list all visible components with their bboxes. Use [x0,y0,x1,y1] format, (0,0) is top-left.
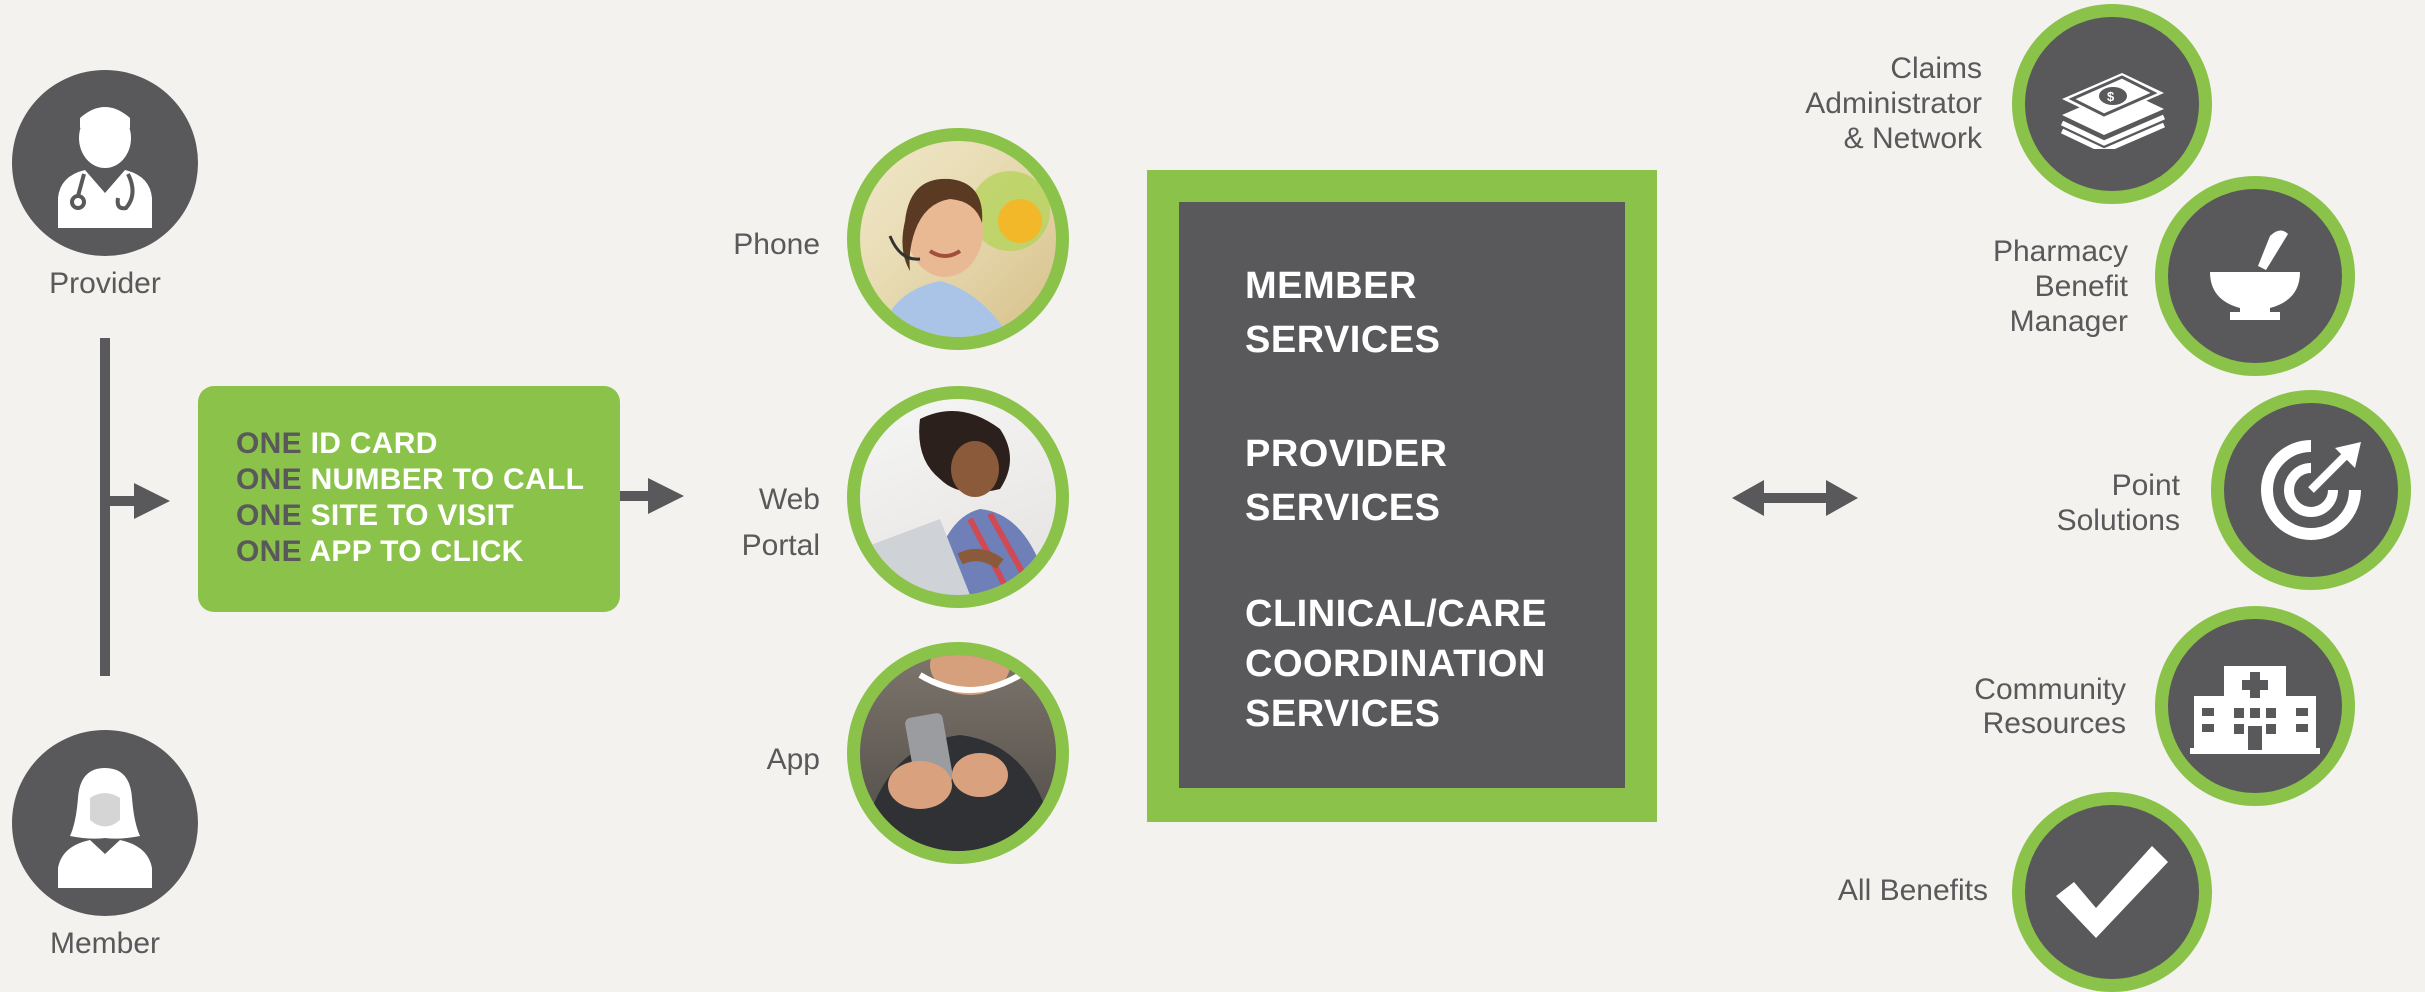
point-solutions-label-line1: Point [2111,469,2180,502]
card-line-text: SITE TO VISIT [310,499,514,532]
connector-vertical-line [100,338,110,676]
community-label-line1: Community [1974,673,2126,706]
community-icon-badge [2155,606,2355,806]
card-line-text: ID CARD [310,427,438,460]
card-line-prefix: ONE [236,499,302,532]
member-avatar [12,730,198,916]
svg-text:$: $ [2107,89,2115,104]
web-user-illustration [860,411,1050,595]
web-portal-label-line2: Portal [741,529,820,562]
clinical-services-line2: COORDINATION [1245,643,1546,685]
member-services-line2: SERVICES [1245,319,1441,361]
phone-agent-illustration [880,171,1050,337]
claims-label-line2: Administrator [1805,87,1982,120]
phone-agent-image [860,141,1056,337]
target-arrow-icon [2261,440,2361,540]
mortar-pestle-icon [2210,230,2300,320]
services-box: MEMBER SERVICES PROVIDER SERVICES CLINIC… [1147,170,1657,822]
pharmacy-icon-badge [2155,176,2355,376]
community-label-line2: Resources [1982,707,2126,740]
phone-photo [847,128,1069,350]
card-line-text: APP TO CLICK [309,535,524,568]
pharmacy-label-line2: Benefit [2034,270,2128,303]
claims-icon-badge: $ [2012,4,2212,204]
services-panel: MEMBER SERVICES PROVIDER SERVICES CLINIC… [1179,202,1625,788]
clinical-services-line3: SERVICES [1245,693,1441,735]
card-line-prefix: ONE [236,427,302,460]
web-portal-label-line1: Web [758,483,820,516]
web-portal-photo [847,386,1069,608]
card-line-id: ONE ID CARD [236,426,438,462]
app-label: App [766,743,820,776]
card-line-number: ONE NUMBER TO CALL [236,462,584,498]
member-label: Member [49,927,161,960]
member-services-line1: MEMBER [1245,265,1417,307]
bidirectional-arrow-icon [1732,480,1858,516]
provider-label: Provider [49,267,161,300]
arrow-right-icon [648,478,684,514]
arrow-right-icon [134,483,170,519]
point-solutions-label-line2: Solutions [2056,504,2180,537]
app-user-illustration [860,655,1056,851]
clinical-services-line1: CLINICAL/CARE [1245,593,1548,635]
card-line-text: NUMBER TO CALL [310,463,585,496]
claims-label-line3: & Network [1843,122,1982,155]
provider-services-line1: PROVIDER [1245,433,1448,475]
money-stack-icon: $ [2060,73,2165,149]
card-line-prefix: ONE [236,535,302,568]
one-access-card: ONE ID CARD ONE NUMBER TO CALL ONE SITE … [198,386,620,612]
provider-avatar [12,70,198,256]
all-benefits-label: All Benefits [1837,874,1988,907]
provider-services-line2: SERVICES [1245,487,1441,529]
doctor-icon [58,107,152,228]
web-user-image [860,399,1056,595]
checkmark-icon [2056,846,2168,938]
pharmacy-label-line1: Pharmacy [1992,235,2128,268]
card-line-prefix: ONE [236,463,302,496]
hospital-icon [2190,666,2320,754]
card-line-site: ONE SITE TO VISIT [236,498,514,534]
member-icon [58,768,152,888]
pharmacy-label-line3: Manager [2009,305,2128,338]
phone-label: Phone [733,228,820,261]
app-photo [847,642,1069,864]
point-solutions-icon-badge [2211,390,2411,590]
all-benefits-icon-badge [2012,792,2212,992]
app-user-image [860,655,1056,851]
card-line-app: ONE APP TO CLICK [236,534,524,570]
claims-label-line1: Claims [1890,52,1982,85]
